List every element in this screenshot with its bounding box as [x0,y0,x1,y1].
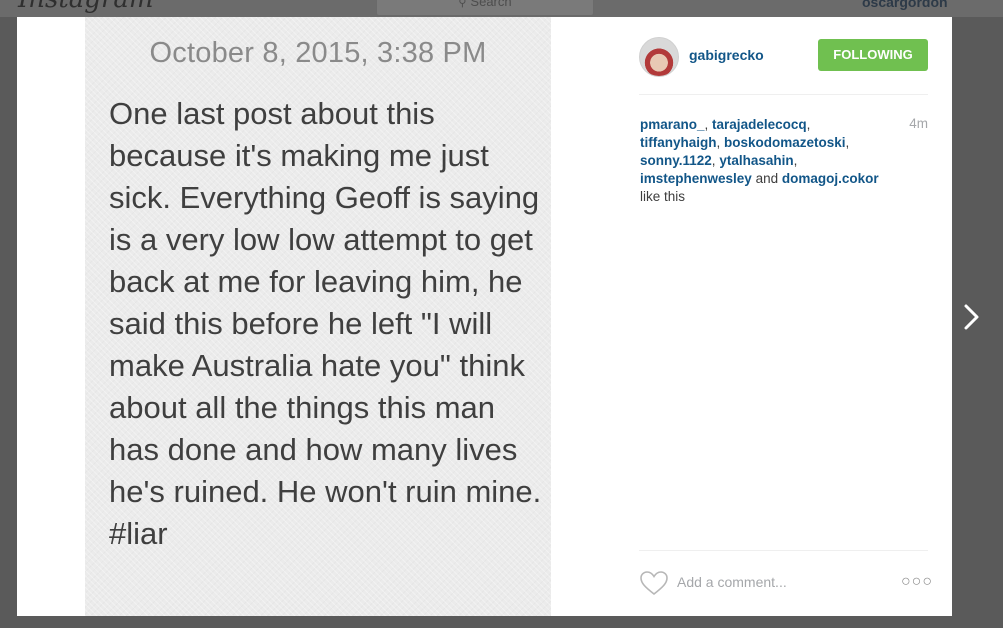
like-user-link[interactable]: ytalhasahin [719,153,793,168]
post-time[interactable]: 4m [902,116,928,131]
instagram-logo[interactable]: Instagram [18,0,154,14]
author-username[interactable]: gabigrecko [689,47,764,63]
current-user-link[interactable]: oscargordon [862,0,948,10]
post-sidebar: gabigrecko FOLLOWING pmarano_, tarajadel… [617,17,952,616]
search-input[interactable]: ⚲ Search [376,0,594,16]
like-user-link[interactable]: sonny.1122 [640,153,712,168]
post-photo[interactable]: October 8, 2015, 3:38 PM One last post a… [85,17,551,616]
like-user-link[interactable]: imstephenwesley [640,171,752,186]
search-icon: ⚲ [458,0,467,9]
like-user-link[interactable]: tiffanyhaigh [640,135,717,150]
like-user-link[interactable]: pmarano_ [640,117,705,132]
photo-area: October 8, 2015, 3:38 PM One last post a… [17,17,617,616]
likes-list: pmarano_, tarajadelecocq, tiffanyhaigh, … [640,117,879,204]
chevron-right-icon[interactable] [960,300,984,334]
avatar[interactable] [639,37,679,77]
likes-connector: and [755,171,779,186]
likes-suffix: like this [640,189,686,204]
heart-icon[interactable] [639,570,669,596]
more-options-icon[interactable]: ○○○ [901,571,932,593]
page-header: Instagram ⚲Search oscargordon [0,0,1003,17]
divider [639,550,928,551]
photo-body-text: One last post about this because it's ma… [109,96,542,551]
post-modal: October 8, 2015, 3:38 PM One last post a… [17,17,952,616]
like-user-link[interactable]: domagoj.cokor [782,171,879,186]
comment-input[interactable] [677,571,877,593]
divider [639,94,928,95]
search-placeholder: Search [470,0,512,9]
like-user-link[interactable]: tarajadelecocq [712,117,807,132]
following-button[interactable]: FOLLOWING [818,39,928,71]
like-user-link[interactable]: boskodomazetoski [724,135,846,150]
photo-date-text: October 8, 2015, 3:38 PM [149,37,487,69]
